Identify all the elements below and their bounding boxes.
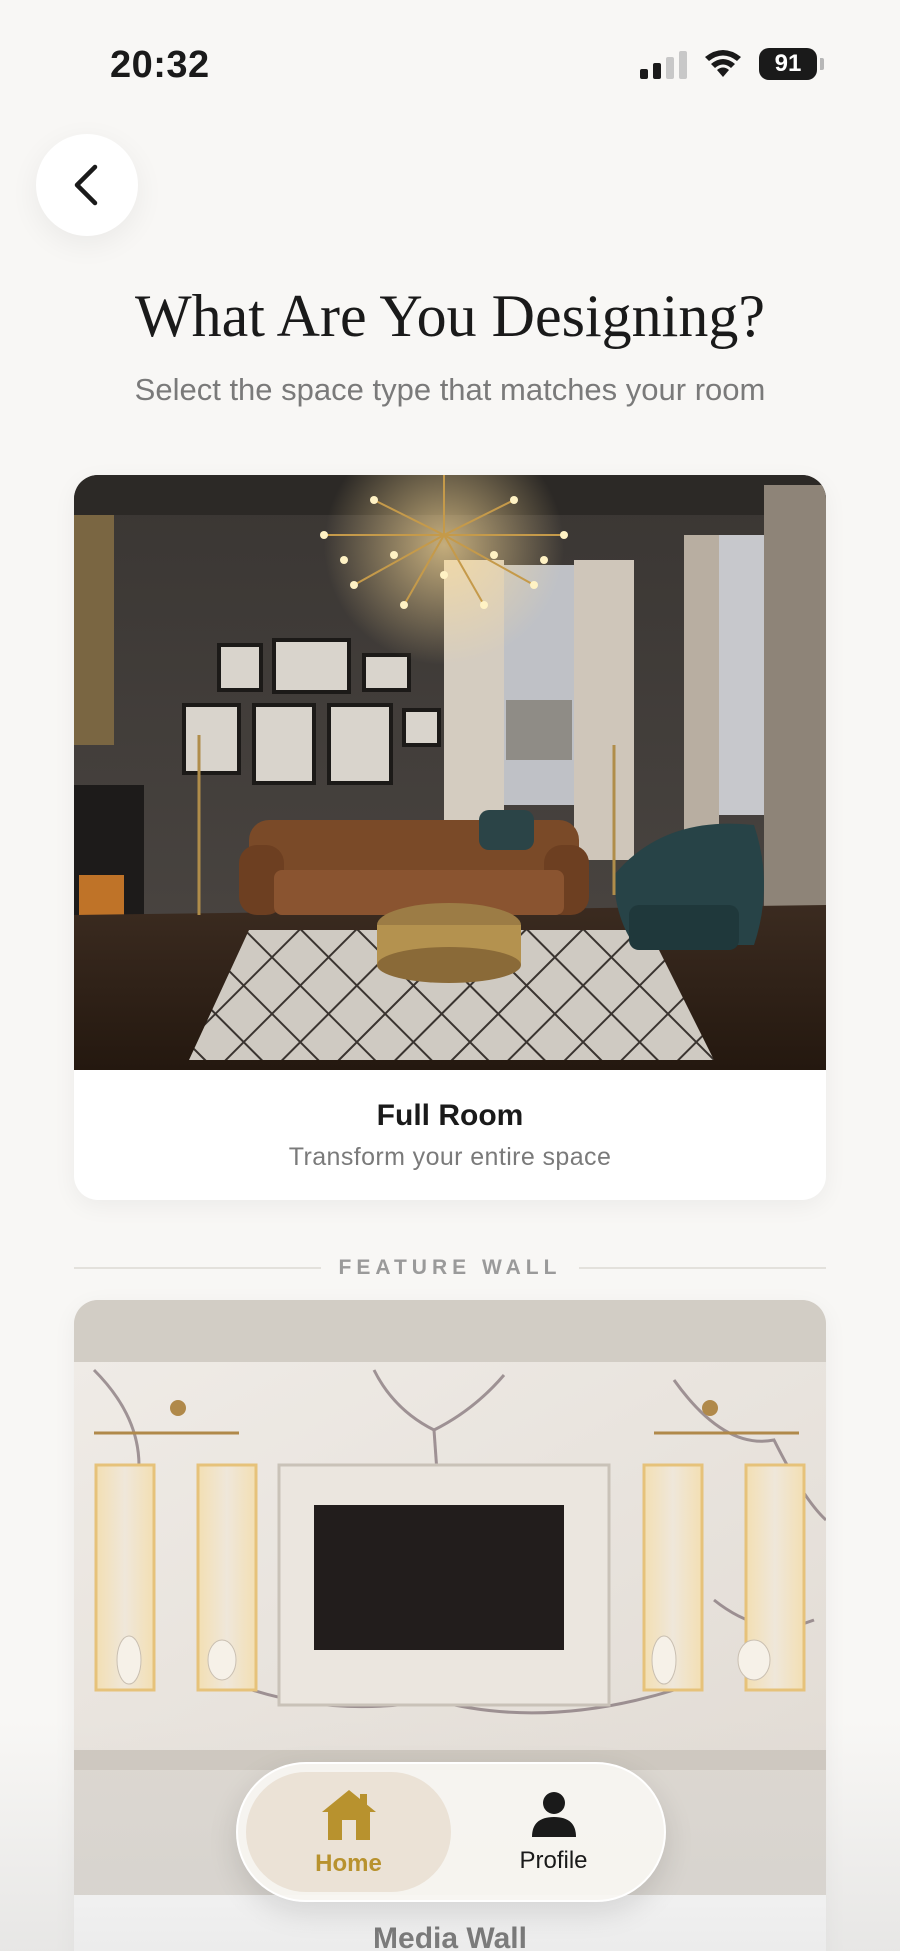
status-icons: 91: [640, 48, 824, 80]
nav-home[interactable]: Home: [246, 1772, 451, 1892]
feature-wall-divider: FEATURE WALL: [74, 1256, 826, 1280]
chevron-left-icon: [74, 164, 98, 206]
full-room-subtitle: Transform your entire space: [288, 1143, 612, 1171]
home-icon: [321, 1790, 376, 1840]
full-room-card[interactable]: Full Room Transform your entire space: [74, 475, 826, 1200]
divider-line: [579, 1267, 826, 1269]
media-wall-title: Media Wall: [373, 1922, 527, 1951]
divider-line: [74, 1267, 321, 1269]
full-room-title: Full Room: [376, 1099, 524, 1132]
status-bar: 20:32 91: [0, 0, 900, 130]
page-title: What Are You Designing?: [135, 283, 765, 349]
wifi-icon: [705, 50, 741, 77]
full-room-image: [74, 475, 826, 1070]
back-button[interactable]: [36, 134, 138, 236]
page-subtitle: Select the space type that matches your …: [134, 372, 766, 407]
nav-profile-label: Profile: [519, 1847, 588, 1874]
bottom-nav: Home Profile: [236, 1762, 666, 1902]
battery-icon: 91: [759, 48, 824, 80]
feature-wall-label: FEATURE WALL: [338, 1256, 562, 1279]
battery-level: 91: [759, 48, 817, 80]
cellular-signal-icon: [640, 49, 687, 79]
nav-profile[interactable]: Profile: [451, 1772, 656, 1892]
status-time: 20:32: [110, 44, 210, 86]
nav-home-label: Home: [315, 1850, 382, 1877]
person-icon: [531, 1792, 576, 1837]
